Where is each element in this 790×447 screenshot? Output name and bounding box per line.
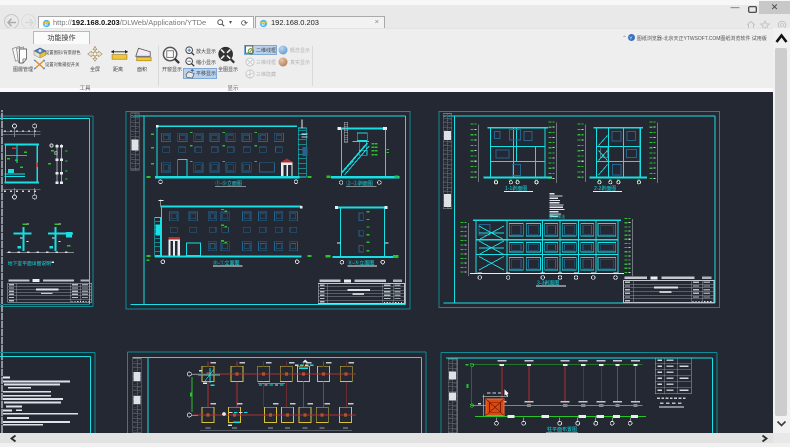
svg-text:2-2剥面图: 2-2剥面图 <box>594 185 616 192</box>
svg-text:屋面做法: 屋面做法 <box>549 213 565 219</box>
svg-text:e: e <box>262 20 266 27</box>
svg-text:地下室平面详图说明: 地下室平面详图说明 <box>8 260 51 267</box>
svg-text:e: e <box>45 20 49 27</box>
svg-text:1-1剥面图: 1-1剥面图 <box>505 185 527 192</box>
svg-text:3-3剥面图: 3-3剥面图 <box>537 280 559 287</box>
svg-text:柱平面布置图: 柱平面布置图 <box>547 426 577 433</box>
